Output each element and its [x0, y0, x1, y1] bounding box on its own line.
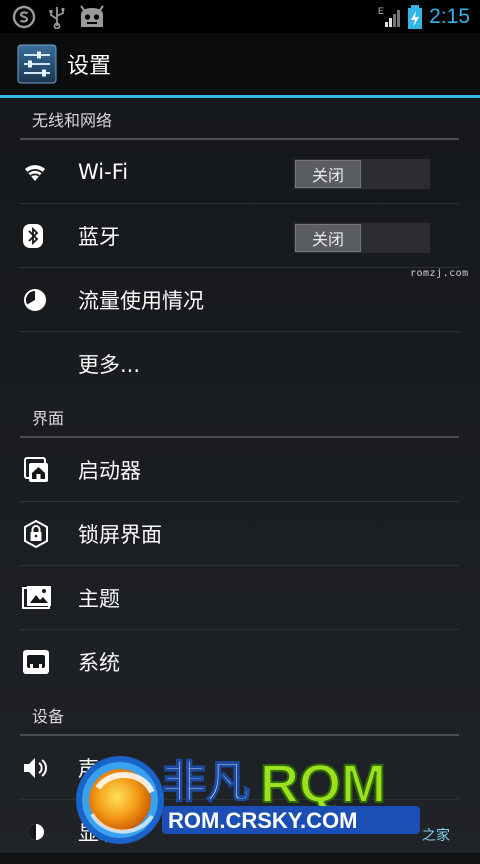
s-circle-icon — [12, 5, 36, 28]
setting-lock-screen-label: 锁屏界面 — [78, 523, 162, 547]
sound-icon — [24, 758, 47, 778]
setting-theme[interactable]: 主题 — [0, 566, 480, 630]
rom-watermark-logo: 非凡 RQM ROM.CRSKY.COM 之家 — [76, 753, 450, 844]
signal-icon: E — [378, 6, 401, 27]
watermark-corner: 之家 — [422, 827, 450, 844]
bluetooth-toggle[interactable]: 关闭 — [293, 222, 431, 254]
clock: 2:15 — [429, 4, 470, 28]
wifi-icon — [25, 165, 45, 181]
status-bar: E 2:15 — [0, 0, 480, 33]
section-header-interface: 界面 — [0, 396, 480, 438]
setting-lock-screen[interactable]: 锁屏界面 — [0, 502, 480, 566]
theme-icon — [22, 586, 51, 609]
page-title: 设置 — [67, 54, 112, 79]
setting-wifi[interactable]: Wi-Fi 关闭 — [0, 140, 480, 204]
setting-data-usage-label: 流量使用情况 — [78, 289, 204, 313]
setting-bluetooth-label: 蓝牙 — [78, 225, 120, 249]
rom-orb-icon — [76, 756, 164, 844]
wifi-toggle[interactable]: 关闭 — [293, 158, 431, 190]
settings-sliders-icon[interactable] — [17, 44, 57, 84]
usb-icon — [49, 6, 65, 29]
bluetooth-icon — [23, 224, 43, 248]
setting-more[interactable]: 更多... — [0, 332, 480, 396]
setting-system-label: 系统 — [78, 651, 120, 675]
battery-charging-icon — [408, 4, 423, 29]
watermark-url: ROM.CRSKY.COM — [168, 808, 357, 833]
setting-system[interactable]: 系统 — [0, 630, 480, 694]
bluetooth-toggle-state: 关闭 — [295, 224, 361, 252]
setting-wifi-label: Wi-Fi — [78, 160, 129, 184]
section-header-device: 设备 — [0, 694, 480, 736]
network-type-label: E — [378, 6, 384, 16]
wifi-toggle-state: 关闭 — [295, 160, 361, 188]
setting-launcher-label: 启动器 — [78, 459, 141, 483]
setting-theme-label: 主题 — [78, 587, 120, 611]
system-icon — [23, 650, 49, 674]
display-icon — [28, 824, 44, 840]
setting-more-label: 更多... — [78, 353, 141, 377]
data-usage-icon — [24, 289, 46, 311]
watermark-brand-cn: 非凡 — [162, 757, 250, 808]
watermark-brand-en: RQM — [260, 754, 386, 814]
section-header-wireless: 无线和网络 — [0, 98, 480, 140]
action-bar: 设置 — [0, 33, 480, 95]
lock-screen-icon — [24, 520, 48, 548]
launcher-icon — [24, 457, 48, 482]
watermark-small: romzj.com — [410, 268, 469, 279]
cyanogen-android-icon — [80, 4, 104, 27]
setting-launcher[interactable]: 启动器 — [0, 438, 480, 502]
setting-bluetooth[interactable]: 蓝牙 关闭 — [0, 204, 480, 268]
setting-data-usage[interactable]: 流量使用情况 — [0, 268, 480, 332]
